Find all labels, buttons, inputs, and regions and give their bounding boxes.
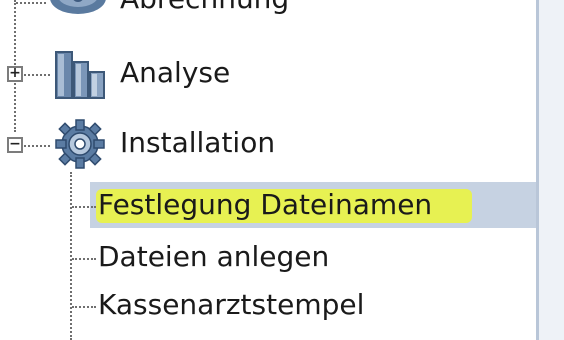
adjacent-panel	[539, 0, 564, 340]
expand-toggle[interactable]: +	[7, 66, 23, 82]
tree-node-label: Installation	[120, 126, 276, 159]
bar-chart-icon	[55, 51, 105, 99]
tree-child-label: Kassenarztstempel	[98, 288, 365, 321]
tree-guide-line	[70, 172, 72, 340]
gear-icon	[55, 119, 105, 169]
tree-node-label: Abrechnung	[120, 0, 289, 15]
tree-connector	[16, 2, 46, 4]
tree-connector	[72, 306, 96, 308]
tree-connector	[24, 145, 50, 147]
navigation-tree: Abrechnung + Analyse −	[0, 0, 536, 340]
tree-child-label: Festlegung Dateinamen	[98, 188, 433, 221]
gear-folder-icon	[50, 0, 106, 14]
tree-connector	[72, 206, 96, 208]
collapse-toggle[interactable]: −	[7, 137, 23, 153]
tree-node-label: Analyse	[120, 56, 231, 89]
tree-connector	[24, 74, 50, 76]
tree-connector	[72, 258, 96, 260]
tree-child-label: Dateien anlegen	[98, 240, 330, 273]
